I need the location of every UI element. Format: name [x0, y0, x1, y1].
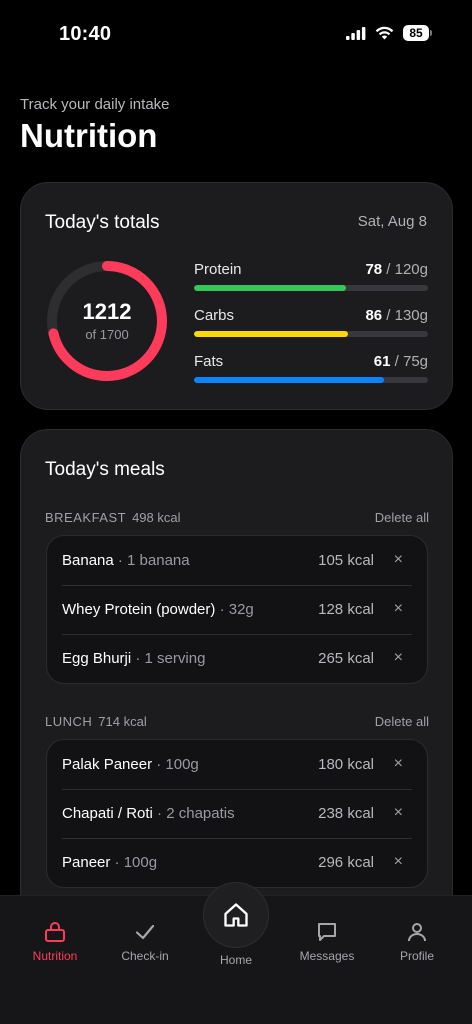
food-portion: · 32g: [215, 601, 254, 618]
macro-goal: / 75g: [390, 353, 428, 370]
battery-tip: [430, 30, 432, 36]
meal-list-lunch: Palak Paneer · 100g 180 kcal × Chapati /…: [46, 739, 428, 888]
meal-section-header-lunch: LUNCH 714 kcal Delete all: [45, 714, 429, 734]
meal-section-label: BREAKFAST: [45, 510, 127, 525]
tab-label: Messages: [299, 949, 355, 963]
totals-date: Sat, Aug 8: [357, 213, 427, 230]
meal-item-kcal: 238 kcal: [318, 805, 374, 822]
totals-title: Today's totals: [45, 212, 160, 233]
macro-progress-track: [194, 285, 428, 291]
meal-item-name: Paneer · 100g: [62, 854, 157, 871]
meal-section-kcal: 498 kcal: [132, 510, 181, 525]
person-icon: [408, 923, 426, 942]
food-name: Paneer: [62, 854, 111, 871]
battery-level: 85: [403, 25, 429, 41]
food-name: Banana: [62, 552, 114, 569]
meal-item[interactable]: Paneer · 100g 296 kcal ×: [47, 838, 427, 887]
meals-title: Today's meals: [45, 459, 165, 480]
meal-item[interactable]: Egg Bhurji · 1 serving 265 kcal ×: [47, 634, 427, 683]
meal-item-name: Whey Protein (powder) · 32g: [62, 601, 254, 618]
chat-icon: [318, 923, 336, 941]
macro-current: 86: [365, 307, 383, 324]
macro-label: Protein: [194, 261, 242, 278]
status-bar: 10:40 85: [0, 0, 472, 70]
checkmark-icon: [135, 924, 155, 940]
food-name: Palak Paneer: [62, 756, 153, 773]
food-name: Chapati / Roti: [62, 805, 153, 822]
tab-label: Profile: [399, 949, 434, 963]
todays-totals-card: Today's totals Sat, Aug 8 1212 of 1700 P…: [20, 182, 453, 410]
remove-item-close-icon[interactable]: ×: [394, 649, 403, 667]
macro-current: 61: [373, 353, 391, 370]
macro-goal: / 130g: [382, 307, 428, 324]
status-time: 10:40: [59, 23, 112, 45]
macro-goal: / 120g: [382, 261, 428, 278]
remove-item-close-icon[interactable]: ×: [394, 755, 403, 773]
calories-goal: of 1700: [85, 327, 129, 342]
remove-item-close-icon[interactable]: ×: [394, 551, 403, 569]
macro-current: 78: [365, 261, 383, 278]
home-icon: [224, 903, 248, 927]
tab-home[interactable]: [203, 882, 269, 948]
meal-item-kcal: 296 kcal: [318, 854, 374, 871]
meal-item-name: Egg Bhurji · 1 serving: [62, 650, 205, 667]
meal-section-label: LUNCH: [45, 714, 93, 729]
meal-item[interactable]: Chapati / Roti · 2 chapatis 238 kcal ×: [47, 789, 427, 838]
food-name: Whey Protein (powder): [62, 601, 216, 618]
meal-item[interactable]: Palak Paneer · 100g 180 kcal ×: [47, 740, 427, 789]
wifi-icon: [375, 26, 394, 40]
delete-all-breakfast-button[interactable]: Delete all: [375, 510, 429, 525]
tab-label: Home: [219, 953, 252, 967]
remove-item-close-icon[interactable]: ×: [394, 853, 403, 871]
tab-label: Nutrition: [32, 949, 78, 963]
macro-value: 78 / 120g: [365, 261, 428, 278]
calorie-ring: 1212 of 1700: [45, 259, 169, 383]
page-subtitle: Track your daily intake: [20, 96, 170, 113]
meal-item-kcal: 105 kcal: [318, 552, 374, 569]
remove-item-close-icon[interactable]: ×: [394, 600, 403, 618]
status-icons: 85: [346, 25, 432, 41]
meal-section-name: BREAKFAST 498 kcal: [45, 510, 181, 525]
food-portion: · 1 banana: [113, 552, 190, 569]
delete-all-lunch-button[interactable]: Delete all: [375, 714, 429, 729]
battery-indicator: 85: [403, 25, 432, 41]
meal-item-kcal: 265 kcal: [318, 650, 374, 667]
tab-label: Check-in: [121, 949, 169, 963]
meal-item[interactable]: Banana · 1 banana 105 kcal ×: [47, 536, 427, 585]
meal-item-name: Chapati / Roti · 2 chapatis: [62, 805, 235, 822]
macro-label: Fats: [194, 353, 224, 370]
meal-item-name: Banana · 1 banana: [62, 552, 190, 569]
food-portion: · 2 chapatis: [152, 805, 235, 822]
macro-value: 61 / 75g: [374, 353, 428, 370]
meal-section-name: LUNCH 714 kcal: [45, 714, 147, 729]
page-title: Nutrition: [20, 117, 158, 154]
lock-bag-icon: [45, 922, 65, 942]
meal-section-header-breakfast: BREAKFAST 498 kcal Delete all: [45, 510, 429, 530]
remove-item-close-icon[interactable]: ×: [394, 804, 403, 822]
meal-item[interactable]: Whey Protein (powder) · 32g 128 kcal ×: [47, 585, 427, 634]
macro-progress-fill: [194, 377, 384, 383]
food-portion: · 100g: [152, 756, 199, 773]
meal-item-kcal: 180 kcal: [318, 756, 374, 773]
todays-meals-card[interactable]: Today's meals BREAKFAST 498 kcal Delete a…: [20, 429, 453, 949]
macro-value: 86 / 130g: [365, 307, 428, 324]
food-portion: · 100g: [110, 854, 158, 871]
food-portion: · 1 serving: [131, 650, 206, 667]
meal-item-name: Palak Paneer · 100g: [62, 756, 199, 773]
meal-section-kcal: 714 kcal: [98, 714, 147, 729]
food-name: Egg Bhurji: [62, 650, 132, 667]
cellular-signal-icon: [346, 26, 366, 40]
macro-progress-track: [194, 377, 428, 383]
macro-progress-track: [194, 331, 428, 337]
meal-item-kcal: 128 kcal: [318, 601, 374, 618]
macro-label: Carbs: [194, 307, 235, 324]
macro-progress-fill: [194, 331, 349, 337]
macro-progress-fill: [194, 285, 347, 291]
calories-consumed: 1212: [82, 299, 132, 324]
meal-list-breakfast: Banana · 1 banana 105 kcal × Whey Protei…: [46, 535, 428, 684]
